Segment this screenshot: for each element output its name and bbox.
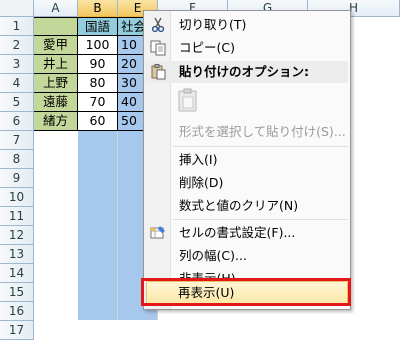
menu-item-label: 切り取り(T) [179, 17, 247, 32]
cell-name[interactable]: 緒方 [34, 112, 78, 131]
menu-item-delete[interactable]: 削除(D) [146, 172, 348, 194]
selected-column-b[interactable] [78, 131, 118, 320]
menu-item-column-width[interactable]: 列の幅(C)... [146, 245, 348, 267]
cell-kokugo[interactable]: 60 [78, 112, 118, 131]
menu-item-cut[interactable]: 切り取り(T) [146, 14, 348, 36]
cell-name[interactable]: 井上 [34, 55, 78, 74]
cell-kokugo[interactable]: 100 [78, 36, 118, 55]
row-header[interactable]: 9 [0, 169, 34, 188]
row-header[interactable]: 1 [0, 17, 34, 36]
column-header-b[interactable]: B [78, 0, 118, 17]
menu-item-label: 再表示(U) [178, 285, 235, 300]
row-header[interactable]: 10 [0, 188, 34, 207]
row-header[interactable]: 6 [0, 112, 34, 131]
copy-icon [149, 39, 167, 57]
menu-item-unhide[interactable]: 再表示(U) [146, 281, 348, 305]
row-header[interactable]: 5 [0, 93, 34, 112]
row-header[interactable]: 7 [0, 131, 34, 150]
menu-item-copy[interactable]: コピー(C) [146, 37, 348, 59]
cell-kokugo[interactable]: 80 [78, 74, 118, 93]
context-menu: 切り取り(T) コピー(C) 貼り付けのオプション: 形式を選択して貼り付け(S… [143, 10, 351, 310]
row-header[interactable]: 11 [0, 207, 34, 226]
row-header[interactable]: 15 [0, 283, 34, 302]
menu-separator [173, 219, 348, 220]
cell-a1[interactable] [34, 17, 78, 36]
column-header-a[interactable]: A [34, 0, 78, 17]
cell-kokugo[interactable]: 90 [78, 55, 118, 74]
row-header[interactable]: 13 [0, 245, 34, 264]
select-all-corner[interactable] [0, 0, 34, 17]
menu-item-label: 挿入(I) [179, 152, 218, 167]
scissors-icon [149, 16, 167, 34]
paste-clipboard-icon [176, 87, 200, 113]
menu-item-clear-contents[interactable]: 数式と値のクリア(N) [146, 195, 348, 217]
cell-name[interactable]: 遠藤 [34, 93, 78, 112]
row-header[interactable]: 12 [0, 226, 34, 245]
menu-separator [173, 146, 348, 147]
row-header[interactable]: 8 [0, 150, 34, 169]
cell-name[interactable]: 愛甲 [34, 36, 78, 55]
menu-item-paste-special[interactable]: 形式を選択して貼り付け(S)... [146, 121, 348, 143]
row-header[interactable]: 16 [0, 302, 34, 321]
menu-item-label: セルの書式設定(F)... [179, 225, 296, 240]
paste-options-icon [149, 63, 167, 81]
row-header[interactable]: 4 [0, 74, 34, 93]
menu-item-label: コピー(C) [179, 40, 235, 55]
menu-item-label: 列の幅(C)... [179, 248, 247, 263]
cell-kokugo[interactable]: 70 [78, 93, 118, 112]
menu-item-label: 貼り付けのオプション: [179, 64, 309, 79]
cell-name[interactable]: 上野 [34, 74, 78, 93]
menu-item-label: 形式を選択して貼り付け(S)... [179, 124, 346, 139]
row-header[interactable]: 14 [0, 264, 34, 283]
menu-item-format-cells[interactable]: セルの書式設定(F)... [146, 222, 348, 244]
row-header[interactable]: 2 [0, 36, 34, 55]
menu-item-insert[interactable]: 挿入(I) [146, 149, 348, 171]
menu-heading-paste-options: 貼り付けのオプション: [146, 61, 348, 83]
menu-item-label: 数式と値のクリア(N) [179, 198, 299, 213]
menu-item-paste[interactable] [146, 84, 348, 118]
row-header[interactable]: 17 [0, 321, 34, 340]
format-cells-icon [149, 224, 167, 242]
cell-b1-header[interactable]: 国語 [78, 17, 118, 36]
menu-item-label: 削除(D) [179, 175, 224, 190]
row-header[interactable]: 3 [0, 55, 34, 74]
